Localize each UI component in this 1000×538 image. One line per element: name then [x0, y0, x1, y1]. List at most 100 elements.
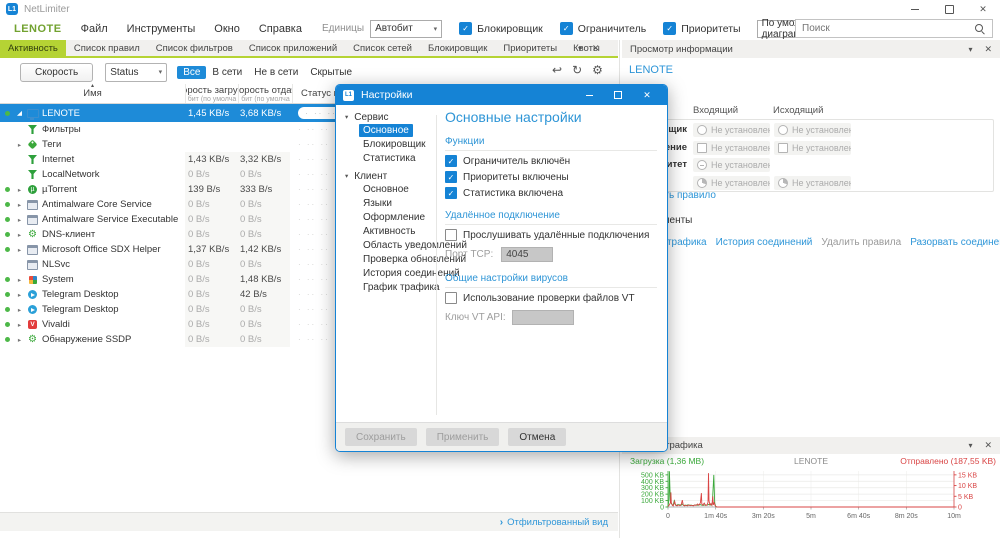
- dialog-button[interactable]: Сохранить: [345, 428, 417, 446]
- expander-icon[interactable]: ▸: [14, 201, 25, 209]
- remote-listen-row[interactable]: Прослушивать удалённые подключения: [445, 229, 657, 241]
- dialog-button[interactable]: Отмена: [508, 428, 567, 446]
- settings-nav-item[interactable]: Основное: [336, 124, 436, 138]
- expander-icon[interactable]: ▸: [14, 246, 25, 254]
- tab[interactable]: Список сетей: [345, 40, 420, 56]
- status-select[interactable]: Status ▾: [105, 62, 168, 82]
- settings-nav-item[interactable]: График трафика: [336, 281, 440, 295]
- dialog-button[interactable]: Применить: [425, 428, 500, 446]
- dialog-minimize-button[interactable]: [583, 89, 595, 101]
- chevron-down-icon[interactable]: ▾: [968, 441, 972, 450]
- tool-link[interactable]: Разорвать соединения: [910, 237, 1000, 248]
- expander-icon[interactable]: ▸: [14, 216, 25, 224]
- settings-nav-item[interactable]: Активность: [336, 225, 436, 239]
- expander-icon[interactable]: ◢: [14, 109, 25, 117]
- nav-section-header[interactable]: ▾ Клиент: [336, 169, 436, 183]
- rule-cell[interactable]: Не установлено: [774, 175, 851, 190]
- feature-toggle[interactable]: Приоритеты: [663, 22, 741, 35]
- column-header-upload[interactable]: корость отдач бит (по умолча: [239, 84, 293, 103]
- checkbox-icon[interactable]: [445, 155, 457, 167]
- search-input[interactable]: [796, 23, 974, 34]
- tool-link[interactable]: Удалить правила: [821, 237, 901, 248]
- settings-checkbox-row[interactable]: Приоритеты включены: [445, 171, 657, 183]
- toggle-label: Блокировщик: [477, 22, 543, 35]
- tab[interactable]: Список приложений: [241, 40, 345, 56]
- expander-icon[interactable]: ▸: [14, 336, 25, 344]
- dialog-close-button[interactable]: ✕: [641, 89, 653, 101]
- filter-chip[interactable]: Не в сети: [248, 66, 304, 79]
- close-icon[interactable]: ✕: [984, 44, 992, 55]
- dialog-titlebar[interactable]: L1 Настройки ✕: [336, 85, 667, 105]
- vt-check-row[interactable]: Использование проверки файлов VT: [445, 292, 657, 304]
- checkbox-icon[interactable]: [559, 22, 573, 35]
- checkbox-icon[interactable]: [663, 22, 677, 35]
- rule-cell[interactable]: Не установлено: [774, 140, 851, 155]
- settings-nav-item[interactable]: Область уведомлений: [336, 239, 467, 253]
- chevron-down-icon[interactable]: ▾: [578, 44, 582, 53]
- settings-checkbox-row[interactable]: Ограничитель включён: [445, 155, 657, 167]
- rule-cell[interactable]: Не установлено: [774, 123, 851, 137]
- rule-cell[interactable]: Не установлено: [693, 158, 770, 172]
- expander-icon[interactable]: ▸: [14, 291, 25, 299]
- column-header-download[interactable]: орость загруз бит (по умолча: [186, 84, 239, 103]
- tab[interactable]: Блокировщик: [420, 40, 495, 56]
- chevron-down-icon[interactable]: ▾: [968, 45, 972, 54]
- filter-chip[interactable]: В сети: [206, 66, 248, 79]
- feature-toggle[interactable]: Ограничитель: [559, 22, 646, 35]
- maximize-button[interactable]: [942, 3, 956, 15]
- download-value: 0 B/s: [185, 317, 237, 332]
- settings-nav-item[interactable]: Основное: [336, 183, 436, 197]
- menu-item[interactable]: Инструменты: [127, 23, 196, 35]
- tab[interactable]: Приоритеты: [495, 40, 565, 56]
- checkbox-icon[interactable]: [445, 229, 457, 241]
- expander-icon[interactable]: ▸: [14, 141, 25, 149]
- tab[interactable]: Список правил: [66, 40, 148, 56]
- dialog-maximize-button[interactable]: [612, 89, 624, 101]
- menu-item[interactable]: Окно: [214, 23, 240, 35]
- tool-link[interactable]: История соединений: [716, 237, 813, 248]
- tcp-port-field[interactable]: 4045: [501, 247, 554, 262]
- rule-cell[interactable]: Не установлено: [693, 140, 770, 155]
- vt-key-field[interactable]: [511, 310, 574, 325]
- undo-icon[interactable]: ↩: [552, 63, 562, 77]
- filtered-view-link[interactable]: › Отфильтрованный вид: [500, 517, 608, 528]
- svg-text:200 KB: 200 KB: [641, 492, 664, 499]
- gear-icon[interactable]: ⚙: [592, 63, 603, 77]
- close-button[interactable]: ✕: [976, 3, 990, 15]
- column-header-name[interactable]: ▴ Имя: [0, 84, 186, 103]
- settings-nav-item[interactable]: Проверка обновлений: [336, 253, 466, 267]
- menu-item[interactable]: Справка: [259, 23, 302, 35]
- close-icon[interactable]: ✕: [592, 43, 600, 54]
- checkbox-icon[interactable]: [459, 22, 473, 35]
- settings-nav-item[interactable]: Оформление: [336, 211, 436, 225]
- rule-cell[interactable]: Не установлено: [693, 175, 770, 190]
- expander-icon[interactable]: ▸: [14, 186, 25, 194]
- settings-nav-item[interactable]: Языки: [336, 197, 436, 211]
- settings-nav-item[interactable]: Блокировщик: [336, 138, 436, 152]
- checkbox-icon[interactable]: [445, 292, 457, 304]
- expander-icon[interactable]: ▸: [14, 276, 25, 284]
- feature-toggle[interactable]: Блокировщик: [459, 22, 543, 35]
- expander-icon[interactable]: ▸: [14, 306, 25, 314]
- nav-section-header[interactable]: ▾ Сервис: [336, 110, 436, 124]
- settings-nav-item[interactable]: Статистика: [336, 152, 436, 166]
- expander-icon[interactable]: ▸: [14, 231, 25, 239]
- search-icon[interactable]: [974, 23, 986, 35]
- info-panel-tab-title[interactable]: Просмотр информации: [630, 44, 733, 55]
- menu-item[interactable]: Файл: [81, 23, 108, 35]
- tab[interactable]: Список фильтров: [148, 40, 241, 56]
- refresh-icon[interactable]: ↻: [572, 63, 582, 77]
- filter-chip[interactable]: Все: [177, 65, 207, 79]
- checkbox-icon[interactable]: [445, 187, 457, 199]
- units-select[interactable]: Автобит ▾: [370, 19, 443, 38]
- rule-cell[interactable]: Не установлено: [693, 123, 770, 137]
- settings-nav-item[interactable]: История соединений: [336, 267, 460, 281]
- tab[interactable]: Активность: [0, 40, 66, 56]
- expander-icon[interactable]: ▸: [14, 321, 25, 329]
- checkbox-icon[interactable]: [445, 171, 457, 183]
- settings-checkbox-row[interactable]: Статистика включена: [445, 187, 657, 199]
- minimize-button[interactable]: [908, 3, 922, 15]
- speed-button[interactable]: Скорость: [20, 62, 94, 82]
- close-icon[interactable]: ✕: [984, 440, 992, 451]
- filter-chip[interactable]: Скрытые: [304, 66, 358, 79]
